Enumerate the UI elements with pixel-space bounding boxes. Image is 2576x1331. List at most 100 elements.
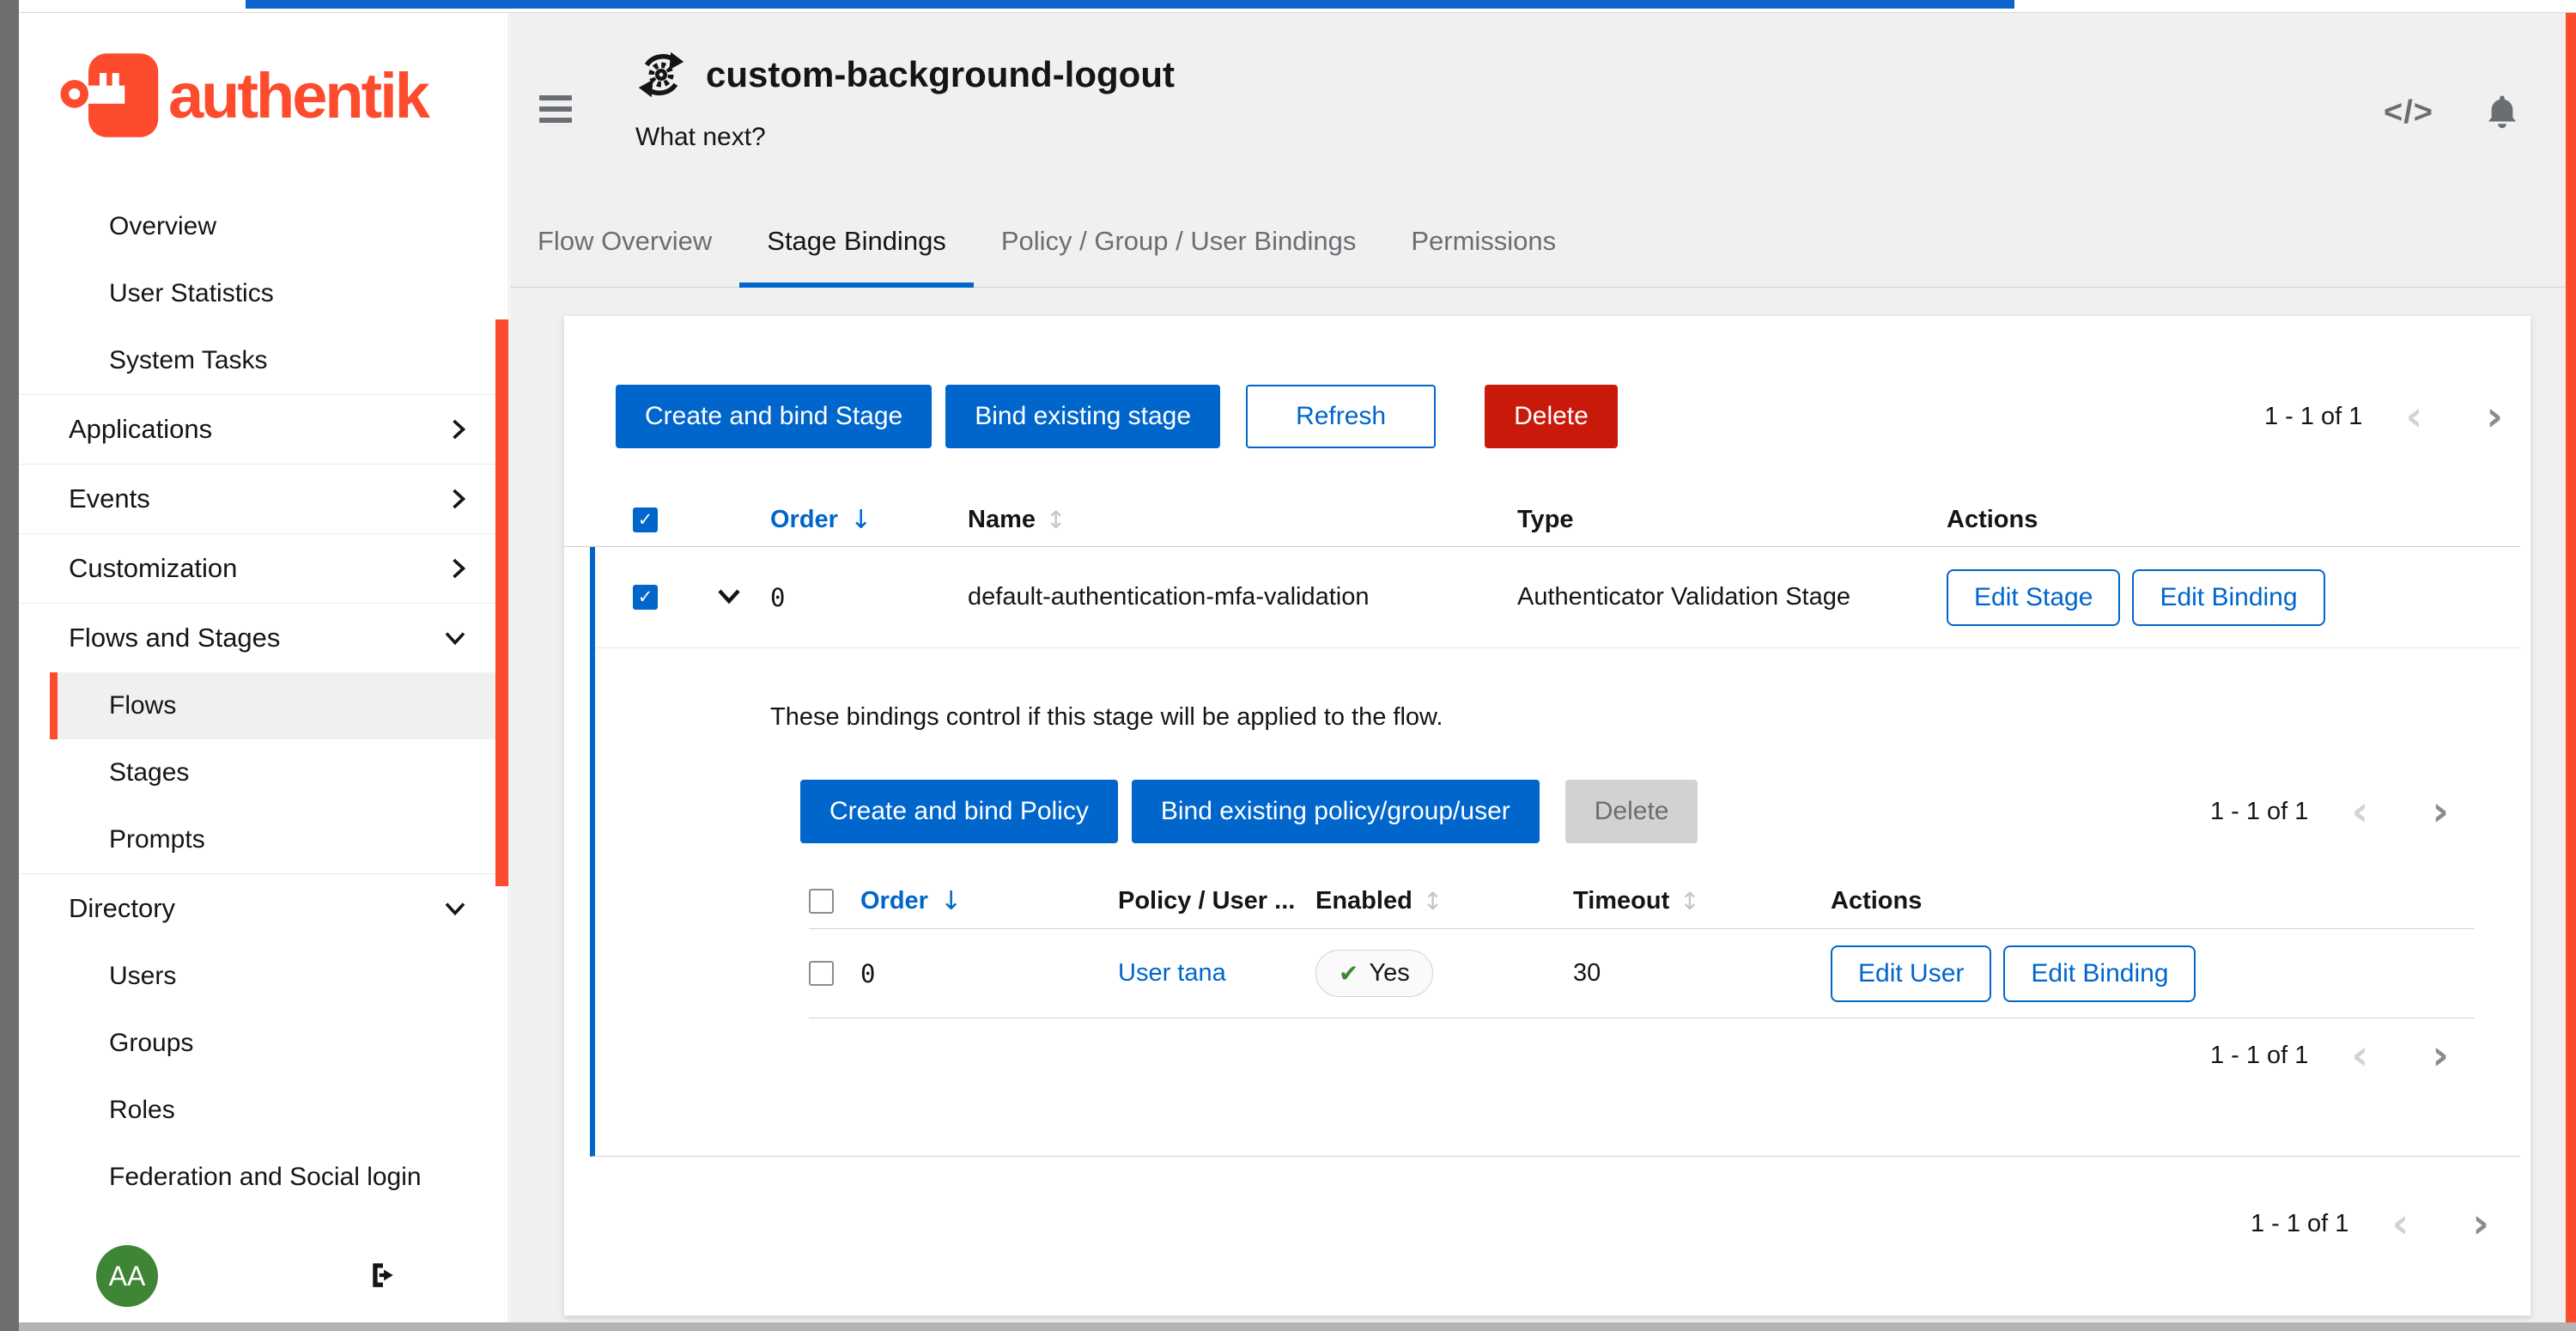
page-load-progress-bar [246,0,2014,9]
sidebar-nav: Overview User Statistics System Tasks Ap… [19,193,508,1211]
sidebar: authentik Overview User Statistics Syste… [19,13,509,1322]
sidebar-item-label: Flows and Stages [69,623,280,653]
enabled-badge-label: Yes [1369,959,1409,988]
pagination-prev-icon[interactable]: ‹ [2385,1209,2415,1238]
logout-button[interactable] [368,1261,398,1292]
bind-existing-policy-button[interactable]: Bind existing policy/group/user [1132,780,1540,843]
select-all-checkbox[interactable]: ✓ [633,507,658,532]
tab-policy-group-user-bindings[interactable]: Policy / Group / User Bindings [974,219,1384,288]
column-header-name[interactable]: Name ↕ [968,506,1517,534]
binding-panel: These bindings control if this stage wil… [595,703,2520,1070]
stage-table-pagination-top: 1 - 1 of 1 ‹ › [2264,402,2510,431]
edit-stage-button[interactable]: Edit Stage [1947,569,2120,626]
refresh-button[interactable]: Refresh [1246,385,1436,448]
window-edge-bottom [19,1322,2576,1331]
check-icon: ✓ [638,586,653,608]
column-header-actions: Actions [1947,506,2520,534]
api-code-icon[interactable]: </> [2384,94,2433,131]
sidebar-item-user-statistics[interactable]: User Statistics [19,260,508,327]
sidebar-item-stages[interactable]: Stages [19,739,508,806]
edit-binding-button[interactable]: Edit Binding [2132,569,2324,626]
cell-type: Authenticator Validation Stage [1517,583,1947,611]
sidebar-item-overview[interactable]: Overview [19,193,508,260]
tab-permissions[interactable]: Permissions [1383,219,1583,288]
sidebar-item-directory[interactable]: Directory [19,873,508,943]
binding-table-pagination-bottom: 1 - 1 of 1 ‹ › [2210,1041,2456,1070]
sort-icon: ↕ [1680,887,1699,915]
tab-flow-overview[interactable]: Flow Overview [510,219,739,288]
pagination-next-icon[interactable]: › [2425,797,2456,826]
window-edge-left [0,0,19,1331]
create-and-bind-policy-button[interactable]: Create and bind Policy [800,780,1118,843]
binding-table-header: Order ↓ Policy / User ... Enabled ↕ Time… [809,874,2475,929]
page-header: custom-background-logout What next? [635,49,1175,152]
column-header-actions: Actions [1831,887,2475,915]
header-icons: </> [2384,92,2521,134]
policy-user-link[interactable]: User tana [1118,959,1315,988]
column-header-order[interactable]: Order ↓ [860,886,1118,916]
bell-icon [2483,92,2521,131]
column-header-timeout[interactable]: Timeout ↕ [1573,887,1831,915]
binding-table-pagination-top: 1 - 1 of 1 ‹ › [2210,797,2456,826]
sidebar-item-system-tasks[interactable]: System Tasks [19,327,508,394]
select-all-checkbox[interactable] [809,889,834,914]
row-checkbox[interactable]: ✓ [633,585,658,610]
chevron-down-icon [443,900,467,917]
row-expander-button[interactable] [688,586,770,608]
sidebar-footer: AA [19,1245,508,1307]
sidebar-item-users[interactable]: Users [19,943,508,1010]
pagination-prev-icon[interactable]: ‹ [2344,1041,2375,1070]
sort-desc-icon: ↓ [850,505,872,535]
pagination-next-icon[interactable]: › [2465,1209,2496,1238]
column-header-enabled[interactable]: Enabled ↕ [1315,887,1573,915]
page-title: custom-background-logout [706,54,1175,95]
cell-actions: Edit Stage Edit Binding [1947,569,2520,626]
binding-panel-description: These bindings control if this stage wil… [770,703,2520,732]
sidebar-item-federation[interactable]: Federation and Social login [19,1144,508,1211]
sidebar-item-applications[interactable]: Applications [19,394,508,464]
sidebar-item-flows[interactable]: Flows [50,672,508,739]
app-screen: authentik Overview User Statistics Syste… [0,0,2576,1331]
sidebar-item-flows-and-stages[interactable]: Flows and Stages [19,603,508,672]
pagination-next-icon[interactable]: › [2425,1041,2456,1070]
authentik-wordmark: authentik [168,59,428,132]
pagination-prev-icon[interactable]: ‹ [2398,402,2429,431]
sidebar-item-customization[interactable]: Customization [19,533,508,603]
main-content: custom-background-logout What next? </> … [510,13,2576,1322]
pagination-next-icon[interactable]: › [2479,402,2510,431]
cell-actions: Edit User Edit Binding [1831,945,2475,1002]
stage-toolbar: Create and bind Stage Bind existing stag… [616,385,2510,448]
chevron-right-icon [450,556,467,580]
sidebar-item-prompts[interactable]: Prompts [19,806,508,873]
avatar[interactable]: AA [96,1245,158,1307]
sidebar-group-flows-and-stages-children: Flows Stages Prompts [19,672,508,873]
sidebar-item-events[interactable]: Events [19,464,508,533]
edit-binding-button[interactable]: Edit Binding [2003,945,2196,1002]
chevron-down-icon [716,586,742,605]
sidebar-item-label: Customization [69,554,237,583]
edit-user-button[interactable]: Edit User [1831,945,1991,1002]
row-checkbox[interactable] [809,961,834,986]
tab-stage-bindings[interactable]: Stage Bindings [739,219,974,288]
sort-icon: ↕ [1423,887,1443,915]
cell-name: default-authentication-mfa-validation [968,583,1517,611]
tab-bar: Flow Overview Stage Bindings Policy / Gr… [510,219,2576,288]
cell-enabled: ✔ Yes [1315,950,1573,997]
panel-delete-button[interactable]: Delete [1565,780,1698,843]
sidebar-scrollbar-thumb[interactable] [495,319,508,886]
column-header-order[interactable]: Order ↓ [770,505,968,535]
hamburger-menu-icon[interactable] [539,95,572,129]
pagination-prev-icon[interactable]: ‹ [2344,797,2375,826]
page-scrollbar-thumb[interactable] [2566,13,2576,1322]
bind-existing-stage-button[interactable]: Bind existing stage [945,385,1220,448]
delete-button[interactable]: Delete [1485,385,1618,448]
authentik-logo[interactable]: authentik [19,13,508,143]
notifications-button[interactable] [2483,92,2521,134]
sidebar-group-directory-children: Users Groups Roles Federation and Social… [19,943,508,1211]
sidebar-item-roles[interactable]: Roles [19,1077,508,1144]
column-header-policy-user: Policy / User ... [1118,887,1315,915]
create-and-bind-stage-button[interactable]: Create and bind Stage [616,385,932,448]
sidebar-item-groups[interactable]: Groups [19,1010,508,1077]
page-subtitle: What next? [635,123,1175,152]
stage-bindings-card: Create and bind Stage Bind existing stag… [564,316,2530,1316]
